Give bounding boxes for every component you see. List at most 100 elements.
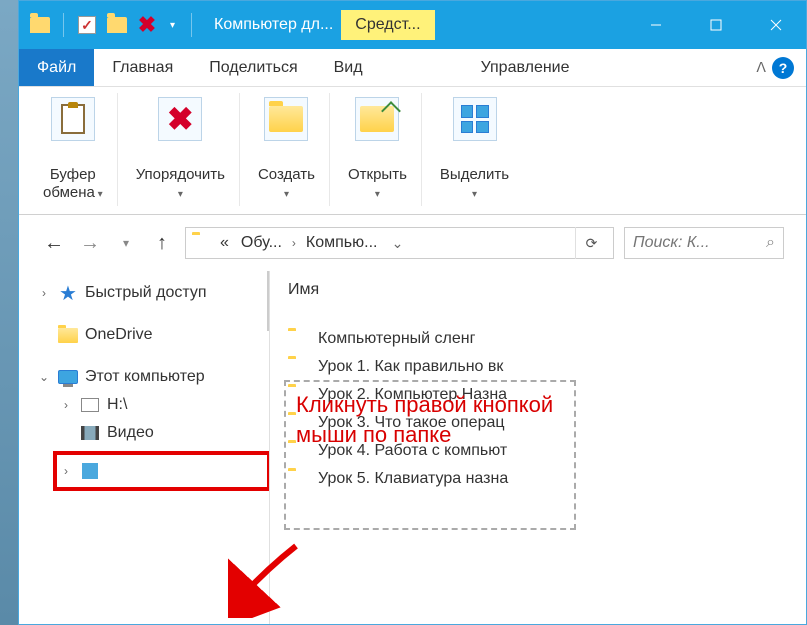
tree-label: Видео [107,424,154,442]
open-icon [355,97,399,141]
contextual-tab-label[interactable]: Средст... [341,10,434,40]
list-item[interactable]: Урок 2. Компьютер.Назна [270,381,806,409]
desktop-background [0,0,18,625]
ribbon-label: Буфер обмена ▾ [43,166,103,202]
folder-icon [288,387,308,403]
new-folder-icon [264,97,308,141]
tree-label: Этот компьютер [85,368,205,386]
forward-button[interactable]: → [77,230,103,256]
chevron-right-icon[interactable]: › [59,398,73,412]
ribbon-label: Выделить▾ [440,166,509,202]
recent-dropdown[interactable]: ▾ [113,230,139,256]
qat-delete-icon[interactable]: ✖ [136,14,158,36]
tree-drive-h[interactable]: › H:\ [55,391,269,419]
tree-label: H:\ [107,396,127,414]
delete-icon: ✖ [158,97,202,141]
folder-icon [192,235,212,251]
star-icon: ★ [57,283,79,303]
nav-row: ← → ▾ ↑ « Обу... › Компью... ⌄ ⟳ ⌕ [19,215,806,271]
tree-quick-access[interactable]: › ★ Быстрый доступ [33,279,269,307]
content-area: › ★ Быстрый доступ OneDrive ⌄ Этот компь… [19,271,806,624]
ribbon-group-new[interactable]: Создать▾ [244,93,330,206]
ribbon-group-organize[interactable]: ✖ Упорядочить▾ [122,93,240,206]
chevron-right-icon[interactable]: › [37,286,51,300]
downloads-icon [79,461,101,481]
file-name: Урок 3. Что такое операц [318,414,505,432]
chevron-right-icon[interactable]: › [290,236,298,250]
select-icon [453,97,497,141]
help-icon[interactable]: ? [772,57,794,79]
list-item[interactable]: Урок 5. Клавиатура назна [270,465,806,493]
ribbon-tabs: Файл Главная Поделиться Вид Управление ᐱ… [19,49,806,87]
tab-file[interactable]: Файл [19,49,94,86]
file-name: Урок 4. Работа с компьют [318,442,507,460]
breadcrumb-segment[interactable]: Обу... [237,234,286,252]
file-list-pane[interactable]: Имя Компьютерный сленг Урок 1. Как прави… [270,271,806,624]
tree-this-pc[interactable]: ⌄ Этот компьютер [33,363,269,391]
column-header-name[interactable]: Имя [270,277,806,309]
file-explorer-window: ✓ ✖ ▾ Компьютер дл... Средст... Файл Гла… [18,0,807,625]
quick-access-toolbar: ✓ ✖ ▾ [19,13,206,37]
window-title: Компьютер дл... [206,16,341,34]
app-icon [29,14,51,36]
tab-view[interactable]: Вид [316,49,381,86]
file-name: Урок 2. Компьютер.Назна [318,386,507,404]
search-icon[interactable]: ⌕ [766,234,775,252]
ribbon-group-clipboard[interactable]: Буфер обмена ▾ [29,93,118,206]
separator [63,13,64,37]
address-dropdown[interactable]: ⌄ [385,235,409,252]
tree-onedrive[interactable]: OneDrive [33,321,269,349]
collapse-ribbon-icon[interactable]: ᐱ [756,59,766,76]
chevron-right-icon[interactable]: › [59,464,73,478]
qat-properties-icon[interactable]: ✓ [76,14,98,36]
maximize-button[interactable] [686,1,746,49]
ribbon-label: Упорядочить▾ [136,166,225,202]
search-input[interactable] [633,234,766,252]
file-name: Компьютерный сленг [318,330,475,348]
tab-home[interactable]: Главная [94,49,191,86]
ribbon: Буфер обмена ▾ ✖ Упорядочить▾ Создать▾ О… [19,87,806,215]
titlebar: ✓ ✖ ▾ Компьютер дл... Средст... [19,1,806,49]
navigation-tree[interactable]: › ★ Быстрый доступ OneDrive ⌄ Этот компь… [19,271,269,624]
window-controls [626,1,806,49]
separator [191,13,192,37]
qat-customize-dropdown[interactable]: ▾ [166,20,179,31]
list-item[interactable]: Компьютерный сленг [270,325,806,353]
tree-videos[interactable]: Видео [55,419,269,447]
tab-share[interactable]: Поделиться [191,49,315,86]
drive-icon [79,395,101,415]
folder-icon [288,443,308,459]
file-name: Урок 5. Клавиатура назна [318,470,508,488]
tab-manage[interactable]: Управление [463,49,588,86]
up-button[interactable]: ↑ [149,230,175,256]
ribbon-label: Создать▾ [258,166,315,202]
list-item[interactable]: Урок 3. Что такое операц [270,409,806,437]
folder-icon [288,415,308,431]
folder-icon [288,331,308,347]
list-item[interactable]: Урок 4. Работа с компьют [270,437,806,465]
tree-downloads[interactable]: › Загрузки [55,453,269,489]
breadcrumb-segment[interactable]: Компью... [302,234,382,252]
chevron-down-icon[interactable]: ⌄ [37,370,51,384]
pc-icon [57,367,79,387]
minimize-button[interactable] [626,1,686,49]
list-item[interactable]: Урок 1. Как правильно вк [270,353,806,381]
qat-new-folder-icon[interactable] [106,14,128,36]
refresh-button[interactable]: ⟳ [575,227,607,259]
address-bar[interactable]: « Обу... › Компью... ⌄ ⟳ [185,227,614,259]
onedrive-icon [57,325,79,345]
close-button[interactable] [746,1,806,49]
tree-label: OneDrive [85,326,153,344]
ribbon-group-open[interactable]: Открыть▾ [334,93,422,206]
ribbon-label: Открыть▾ [348,166,407,202]
ribbon-collapse-area: ᐱ ? [756,49,806,86]
ribbon-group-select[interactable]: Выделить▾ [426,93,523,206]
video-icon [79,423,101,443]
file-name: Урок 1. Как правильно вк [318,358,503,376]
back-button[interactable]: ← [41,230,67,256]
scrollbar[interactable] [267,271,269,331]
folder-icon [288,471,308,487]
search-box[interactable]: ⌕ [624,227,784,259]
folder-icon [288,359,308,375]
clipboard-icon [51,97,95,141]
